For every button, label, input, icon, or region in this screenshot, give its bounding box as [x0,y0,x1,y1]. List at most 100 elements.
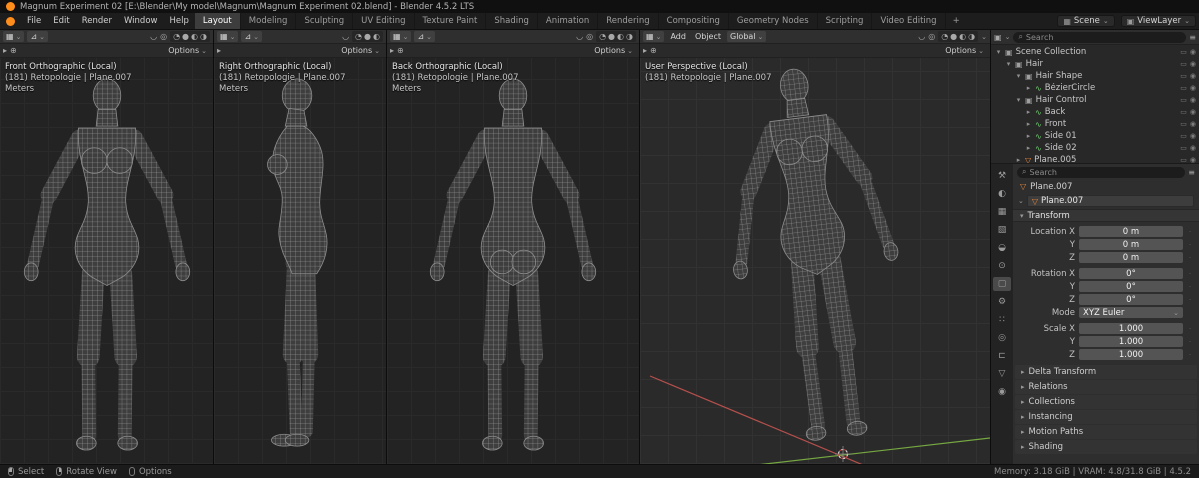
solid-shading-icon[interactable]: ● [182,32,189,41]
section-instancing[interactable]: ▸ Instancing [1015,410,1197,424]
rotation-x-field[interactable]: 0° [1079,268,1183,279]
tab-scene[interactable]: ◒ [993,241,1011,255]
wireframe-shading-icon[interactable]: ◔ [355,32,362,41]
workspace-tab-layout[interactable]: Layout [194,13,241,29]
viewport-options-button[interactable]: Options ⌄ [165,46,210,55]
workspace-tab-video-editing[interactable]: Video Editing [872,13,946,29]
transform-panel-header[interactable]: ▾ Transform [1013,209,1199,222]
workspace-tab-rendering[interactable]: Rendering [598,13,659,29]
expander-icon[interactable]: ⌄ [1018,197,1024,205]
rendered-shading-icon[interactable]: ◑ [626,32,633,41]
animate-dot-icon[interactable]: · [1187,339,1193,345]
menu-help[interactable]: Help [163,13,194,29]
hide-viewport-icon[interactable]: ▭ [1180,108,1187,116]
disclosure-arrow[interactable]: ▸ [1025,108,1032,116]
viewport-options-button[interactable]: Options ⌄ [338,46,383,55]
animate-dot-icon[interactable]: · [1187,326,1193,332]
select-tool-icon[interactable]: ▸ [217,46,221,55]
properties-search-input[interactable]: ⌕ Search [1017,166,1186,178]
select-tool-icon[interactable]: ▸ [643,46,647,55]
disclosure-arrow[interactable]: ▾ [995,48,1002,56]
tab-object[interactable]: ▢ [993,277,1011,291]
select-tool-icon[interactable]: ▸ [3,46,7,55]
outliner-row-hair[interactable]: ▾ ▣ Hair ▭ ◉ [991,58,1199,70]
gizmo-icon[interactable]: ⊕ [397,46,404,55]
hide-viewport-icon[interactable]: ▭ [1180,72,1187,80]
outliner-row-back[interactable]: ▸ ∿ Back ▭ ◉ [991,106,1199,118]
menu-render[interactable]: Render [76,13,118,29]
outliner-row-plane-005[interactable]: ▸ ▽ Plane.005 ▭ ◉ [991,154,1199,163]
disclosure-arrow[interactable]: ▾ [1015,96,1022,104]
tab-view-layer[interactable]: ▧ [993,223,1011,237]
viewport-options-button[interactable]: Options ⌄ [591,46,636,55]
filter-icon[interactable]: ≡ [1189,33,1196,42]
tab-material[interactable]: ◉ [993,385,1011,399]
snap-magnet-icon[interactable]: ◡ [918,32,925,41]
select-tool-icon[interactable]: ▸ [390,46,394,55]
disclosure-arrow[interactable]: ▸ [1025,84,1032,92]
snap-magnet-icon[interactable]: ◡ [342,32,349,41]
outliner-row-hair-control[interactable]: ▾ ▣ Hair Control ▭ ◉ [991,94,1199,106]
disclosure-arrow[interactable]: ▸ [1025,120,1032,128]
tab-object-data[interactable]: ▽ [993,367,1011,381]
mode-selector[interactable]: ⊿ ⌄ [241,31,263,42]
animate-dot-icon[interactable]: · [1187,242,1193,248]
proportional-edit-icon[interactable]: ◎ [586,32,593,41]
hide-viewport-icon[interactable]: ▭ [1180,132,1187,140]
tab-tool[interactable]: ⚒ [993,169,1011,183]
disclosure-arrow[interactable]: ▸ [1015,156,1022,163]
workspace-tab-shading[interactable]: Shading [486,13,538,29]
menu-object[interactable]: Object [692,32,724,41]
workspace-tab-modeling[interactable]: Modeling [241,13,297,29]
rotation-y-field[interactable]: 0° [1079,281,1183,292]
viewport-options-button[interactable]: Options ⌄ [942,46,987,55]
gizmo-icon[interactable]: ⊕ [650,46,657,55]
section-relations[interactable]: ▸ Relations [1015,380,1197,394]
hide-viewport-icon[interactable]: ▭ [1180,120,1187,128]
workspace-tab-uv-editing[interactable]: UV Editing [353,13,415,29]
scale-z-field[interactable]: 1.000 [1079,349,1183,360]
workspace-tab-compositing[interactable]: Compositing [659,13,729,29]
gizmo-icon[interactable]: ⊕ [10,46,17,55]
workspace-tab-geometry-nodes[interactable]: Geometry Nodes [729,13,818,29]
rotation-mode-dropdown[interactable]: XYZ Euler ⌄ [1079,307,1183,318]
solid-shading-icon[interactable]: ● [950,32,957,41]
menu-add[interactable]: Add [667,32,689,41]
disable-render-icon[interactable]: ◉ [1190,72,1196,80]
add-workspace-button[interactable]: + [946,13,967,29]
hide-viewport-icon[interactable]: ▭ [1180,156,1187,163]
editor-type-button[interactable]: ▦ ⌄ [3,31,25,42]
transform-orientation-selector[interactable]: Global ⌄ [727,31,767,42]
tab-constraints[interactable]: ⊏ [993,349,1011,363]
snap-magnet-icon[interactable]: ◡ [150,32,157,41]
hide-viewport-icon[interactable]: ▭ [1180,84,1187,92]
location-z-field[interactable]: 0 m [1079,252,1183,263]
solid-shading-icon[interactable]: ● [608,32,615,41]
outliner-row-hair-shape[interactable]: ▾ ▣ Hair Shape ▭ ◉ [991,70,1199,82]
scale-x-field[interactable]: 1.000 [1079,323,1183,334]
proportional-edit-icon[interactable]: ◎ [928,32,935,41]
rotation-z-field[interactable]: 0° [1079,294,1183,305]
workspace-tab-animation[interactable]: Animation [538,13,599,29]
outliner-row-side-01[interactable]: ▸ ∿ Side 01 ▭ ◉ [991,130,1199,142]
viewport-canvas-perspective[interactable]: User Perspective (Local) (181) Retopolog… [640,58,990,464]
location-y-field[interactable]: 0 m [1079,239,1183,250]
wireframe-shading-icon[interactable]: ◔ [941,32,948,41]
disclosure-arrow[interactable]: ▾ [1005,60,1012,68]
wireframe-shading-icon[interactable]: ◔ [599,32,606,41]
hide-viewport-icon[interactable]: ▭ [1180,48,1187,56]
viewport-canvas-back[interactable]: Back Orthographic (Local) (181) Retopolo… [387,58,639,464]
tab-world[interactable]: ⊙ [993,259,1011,273]
mode-selector[interactable]: ⊿ ⌄ [414,31,436,42]
editor-type-button[interactable]: ▦ ⌄ [217,31,239,42]
disclosure-arrow[interactable]: ▸ [1025,144,1032,152]
object-name-field[interactable]: ▽ Plane.007 [1026,195,1194,207]
animate-dot-icon[interactable]: · [1187,229,1193,235]
disable-render-icon[interactable]: ◉ [1190,84,1196,92]
menu-window[interactable]: Window [118,13,164,29]
disclosure-arrow[interactable]: ▸ [1025,132,1032,140]
disable-render-icon[interactable]: ◉ [1190,96,1196,104]
animate-dot-icon[interactable]: · [1187,284,1193,290]
disable-render-icon[interactable]: ◉ [1190,156,1196,163]
section-delta-transform[interactable]: ▸ Delta Transform [1015,365,1197,379]
